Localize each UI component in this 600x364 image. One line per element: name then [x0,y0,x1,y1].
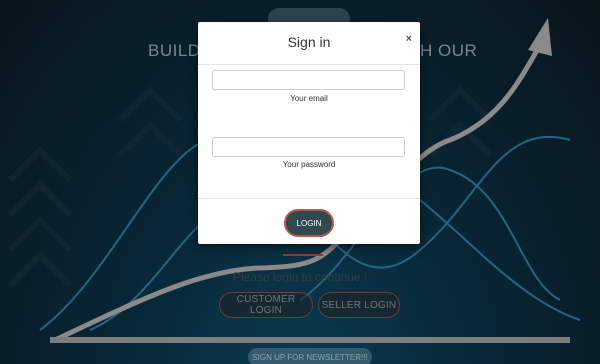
password-label: Your password [282,160,336,169]
login-button[interactable]: LOGIN [284,209,334,237]
email-field[interactable] [212,70,405,90]
modal-header: Sign in × [198,22,420,65]
modal-footer: LOGIN [198,198,420,245]
modal-title: Sign in [287,34,331,50]
password-field[interactable] [212,137,405,157]
close-icon[interactable]: × [406,34,412,45]
email-label: Your email [290,94,328,103]
sign-in-modal: Sign in × Your email Your password LOGIN [198,22,420,244]
